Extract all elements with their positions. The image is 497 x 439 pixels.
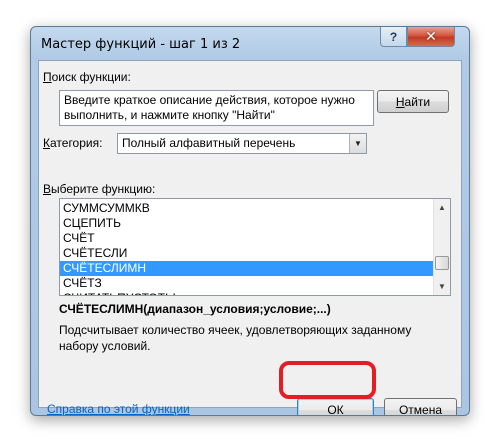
list-item[interactable]: СУММСУММКВ (60, 201, 433, 216)
ok-button[interactable]: ОК (297, 398, 374, 415)
list-scrollbar[interactable]: ▲ ▼ (433, 199, 450, 295)
list-item[interactable]: СЧЁТЗ (60, 276, 433, 291)
ok-highlight-ring (279, 361, 376, 399)
function-list-label: Выберите функцию: (43, 182, 156, 196)
scroll-thumb[interactable] (435, 256, 449, 270)
scroll-up-icon[interactable]: ▲ (434, 199, 450, 216)
question-icon: ? (389, 29, 398, 44)
list-item[interactable]: СЧИТАТЬПУСТОТЫ (60, 291, 433, 295)
dialog-title: Мастер функций - шаг 1 из 2 (41, 37, 241, 52)
function-signature: СЧЁТЕСЛИМН(диапазон_условия;условие;...) (59, 302, 331, 316)
function-description: Подсчитывает количество ячеек, удовлетво… (59, 323, 412, 353)
function-list-items: СУММСУММКВ СЦЕПИТЬ СЧЁТ СЧЁТЕСЛИ СЧЁТЕСЛИМН С… (60, 201, 433, 295)
category-select[interactable]: Полный алфавитный перечень ▼ (117, 133, 367, 154)
help-link[interactable]: Справка по этой функции (47, 402, 190, 415)
scroll-down-icon[interactable]: ▼ (434, 278, 450, 295)
chevron-down-icon[interactable]: ▼ (349, 134, 366, 153)
function-wizard-dialog: Мастер функций - шаг 1 из 2 ? ✕ Поиск фу… (30, 26, 470, 416)
list-item[interactable]: СЧЁТЕСЛИ (60, 246, 433, 261)
list-item[interactable]: СЧЁТЕСЛИМН (60, 261, 433, 276)
help-button[interactable]: ? (380, 27, 407, 47)
cancel-button[interactable]: Отмена (384, 398, 457, 415)
search-input[interactable]: Введите краткое описание действия, котор… (59, 90, 374, 126)
category-label: Категория: (43, 136, 103, 150)
close-button[interactable]: ✕ (407, 27, 455, 47)
category-value: Полный алфавитный перечень (122, 136, 296, 150)
dialog-client-area: Поиск функции: Введите краткое описание … (38, 60, 462, 415)
list-item[interactable]: СЦЕПИТЬ (60, 216, 433, 231)
find-button[interactable]: Найти (377, 90, 449, 113)
function-list[interactable]: СУММСУММКВ СЦЕПИТЬ СЧЁТ СЧЁТЕСЛИ СЧЁТЕСЛИМН С… (59, 198, 451, 296)
search-label: Поиск функции: (43, 70, 131, 84)
close-icon: ✕ (425, 28, 437, 44)
list-item[interactable]: СЧЁТ (60, 231, 433, 246)
